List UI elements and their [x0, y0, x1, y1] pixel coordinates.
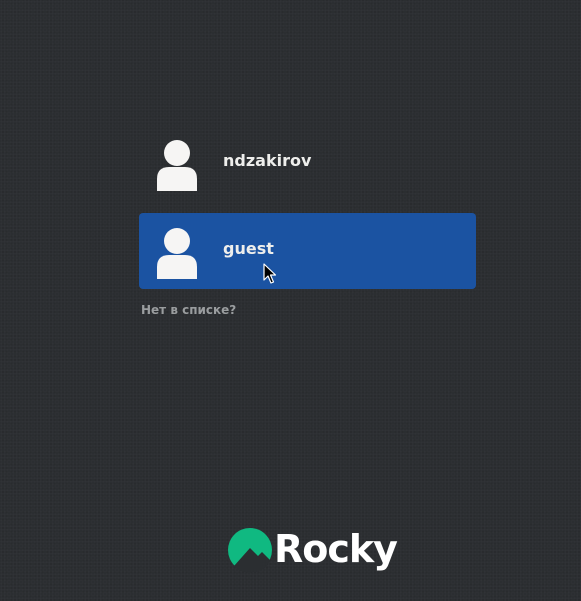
- not-listed-link[interactable]: Нет в списке?: [141, 302, 236, 318]
- user-name: guest: [223, 239, 274, 258]
- user-avatar-icon: [157, 139, 197, 191]
- mouse-pointer-icon: [263, 263, 277, 285]
- rocky-logo: Rocky: [228, 524, 408, 574]
- user-avatar-icon: [157, 227, 197, 279]
- user-name: ndzakirov: [223, 151, 312, 170]
- user-item-guest[interactable]: guest: [139, 213, 476, 289]
- rocky-logo-icon: [228, 528, 272, 572]
- brand-wordmark: Rocky: [274, 527, 398, 571]
- user-item-ndzakirov[interactable]: ndzakirov: [139, 125, 476, 201]
